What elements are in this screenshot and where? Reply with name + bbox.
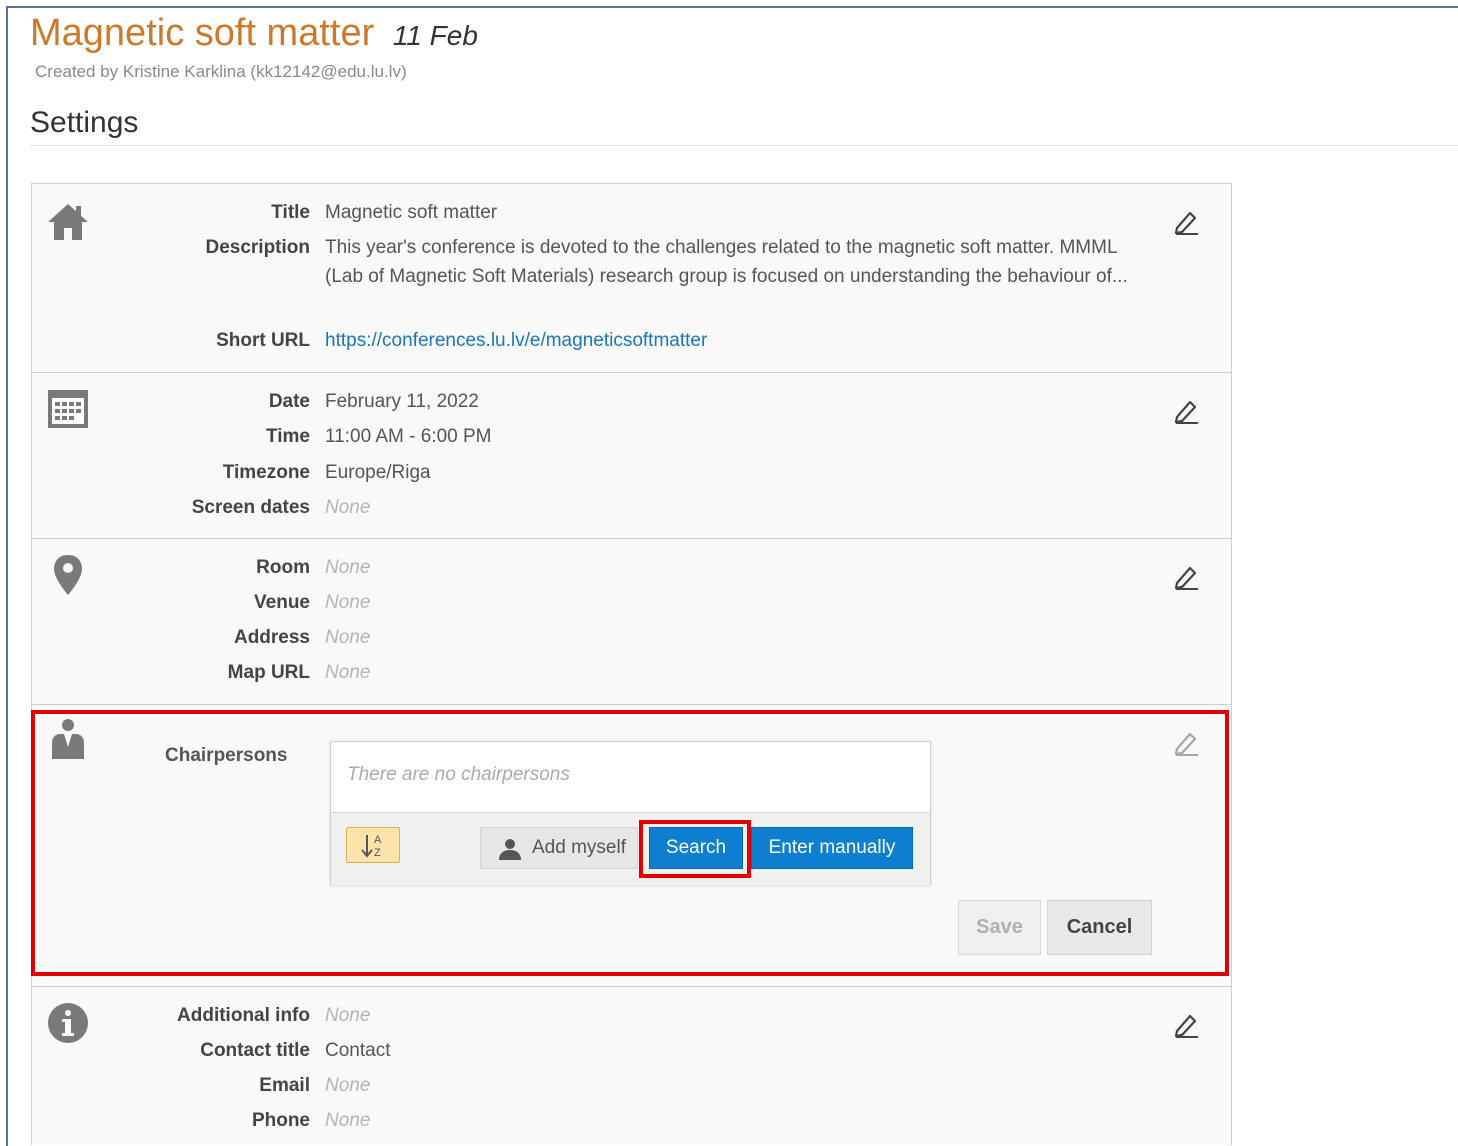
event-title: Magnetic soft matter: [30, 12, 375, 54]
home-icon: [46, 200, 90, 244]
page-title: Magnetic soft matter 11 Feb: [30, 12, 478, 55]
map-url-label: Map URL: [227, 662, 310, 683]
section-contact: Additional info None Contact title Conta…: [32, 987, 1231, 1145]
address-value: None: [325, 627, 371, 648]
calendar-icon: [46, 386, 90, 430]
email-value: None: [325, 1075, 371, 1096]
contact-title-value: Contact: [325, 1040, 391, 1061]
description-value: This year's conference is devoted to the…: [325, 237, 1128, 287]
chairpersons-section-highlight: [31, 710, 1229, 976]
timezone-label: Timezone: [222, 462, 310, 483]
edit-pencil-icon[interactable]: [1172, 561, 1202, 591]
short-url-label: Short URL: [216, 330, 310, 351]
short-url-link[interactable]: https://conferences.lu.lv/e/magneticsoft…: [325, 326, 1155, 355]
additional-info-value: None: [325, 1005, 371, 1026]
info-icon: [46, 1001, 90, 1045]
edit-pencil-icon[interactable]: [1172, 1009, 1202, 1039]
date-label: Date: [268, 391, 310, 412]
room-label: Room: [256, 557, 310, 578]
venue-value: None: [325, 592, 371, 613]
divider: [30, 145, 1458, 146]
description-label: Description: [205, 237, 310, 258]
venue-label: Venue: [254, 592, 310, 613]
section-location: Room None Venue None Address None Map UR…: [32, 539, 1231, 705]
settings-panel: Title Magnetic soft matter Description T…: [31, 183, 1232, 1145]
window-border-top: [6, 6, 1458, 8]
phone-value: None: [325, 1110, 371, 1131]
additional-info-label: Additional info: [177, 1005, 310, 1026]
time-label: Time: [265, 426, 310, 447]
email-label: Email: [259, 1075, 310, 1096]
timezone-value: Europe/Riga: [325, 462, 431, 483]
date-value: February 11, 2022: [325, 391, 479, 412]
settings-heading: Settings: [30, 106, 139, 139]
section-datetime: Date February 11, 2022 Time 11:00 AM - 6…: [32, 373, 1231, 539]
time-value: 11:00 AM - 6:00 PM: [325, 426, 492, 447]
title-value: Magnetic soft matter: [325, 202, 498, 223]
contact-title-label: Contact title: [200, 1040, 310, 1061]
window-border-left: [6, 6, 8, 1146]
phone-label: Phone: [251, 1110, 310, 1131]
map-pin-icon: [46, 553, 90, 597]
edit-pencil-icon[interactable]: [1172, 206, 1202, 236]
room-value: None: [325, 557, 371, 578]
title-label: Title: [271, 202, 310, 223]
screen-dates-label: Screen dates: [191, 497, 310, 518]
section-general: Title Magnetic soft matter Description T…: [32, 184, 1231, 373]
event-date: 11 Feb: [392, 20, 478, 51]
screen-dates-value: None: [325, 497, 371, 518]
address-label: Address: [233, 627, 310, 648]
created-by: Created by Kristine Karklina (kk12142@ed…: [35, 62, 407, 81]
edit-pencil-icon[interactable]: [1172, 395, 1202, 425]
map-url-value: None: [325, 662, 371, 683]
